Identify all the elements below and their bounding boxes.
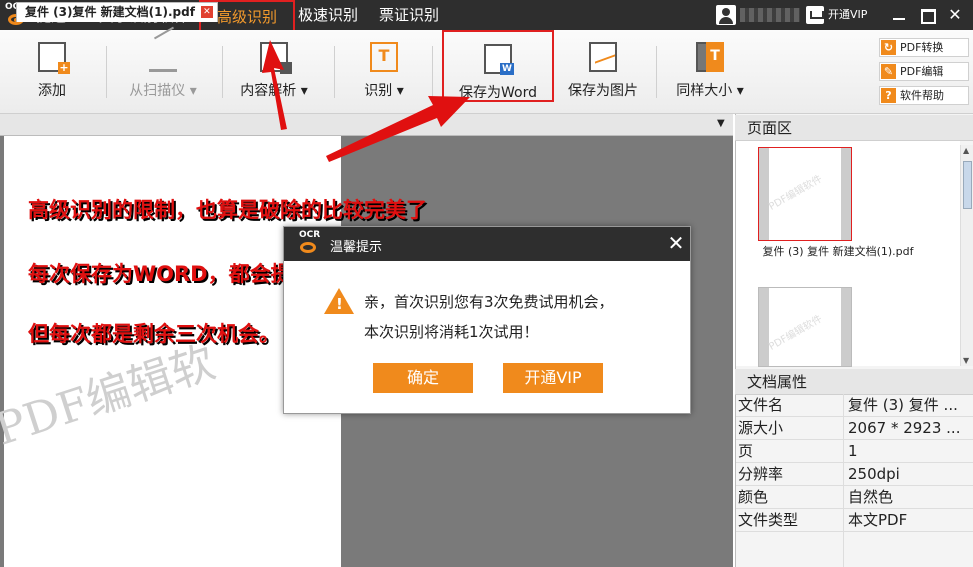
arrow-to-tab [262,40,287,130]
annotation-arrows [262,40,470,162]
arrow-to-save-word [326,96,470,162]
